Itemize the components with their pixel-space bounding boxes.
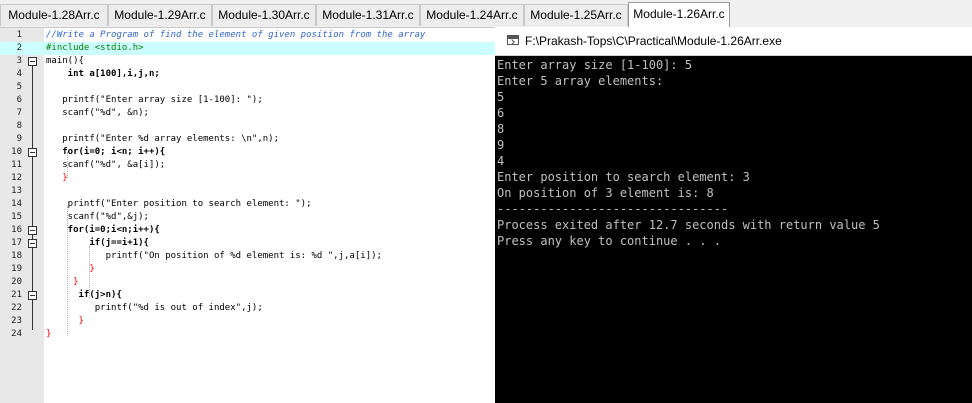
fold-toggle-icon[interactable] [28, 239, 37, 248]
line-number: 12 [11, 173, 22, 183]
code-line: 12 } [0, 172, 496, 185]
line-number: 6 [16, 95, 22, 105]
console-output-line: Enter array size [1-100]: 5 [497, 58, 693, 72]
code-line: 9 printf("Enter %d array elements: \n",n… [0, 133, 496, 146]
console-output-line: Enter position to search element: 3 [497, 170, 750, 184]
line-number: 18 [11, 251, 22, 261]
tab-module-1-29[interactable]: Module-1.29Arr.c [108, 4, 212, 26]
code-text: scanf("%d", &n); [46, 108, 149, 118]
code-text: #include <stdio.h> [46, 43, 144, 53]
tab-module-1-31[interactable]: Module-1.31Arr.c [316, 4, 420, 26]
fold-toggle-icon[interactable] [28, 57, 37, 66]
code-line: 14 printf("Enter position to search elem… [0, 198, 496, 211]
console-output-line: Enter 5 array elements: [497, 74, 664, 88]
code-line: 19 } [0, 263, 496, 276]
console-output-line: 6 [497, 106, 505, 120]
code-line: 22 printf("%d is out of index",j); [0, 302, 496, 315]
code-line: 16 for(i=0;i<n;i++){ [0, 224, 496, 237]
code-line: 18 printf("On position of %d element is:… [0, 250, 496, 263]
code-text: if(j==i+1){ [46, 238, 149, 248]
code-text: } [46, 264, 95, 274]
code-text: printf("On position of %d element is: %d… [46, 251, 382, 261]
code-line-highlighted: 2 #include <stdio.h> [0, 42, 496, 55]
line-number: 4 [16, 69, 22, 79]
tab-module-1-26-active[interactable]: Module-1.26Arr.c [628, 2, 730, 28]
console-title: F:\Prakash-Tops\C\Practical\Module-1.26A… [525, 34, 782, 48]
code-line: 15 scanf("%d",&j); [0, 211, 496, 224]
code-line: 5 [0, 81, 496, 94]
console-output-line: Press any key to continue . . . [497, 234, 721, 248]
line-number: 13 [11, 186, 22, 196]
code-text: } [46, 277, 79, 287]
code-text: //Write a Program of find the element of… [46, 30, 426, 40]
tab-module-1-24[interactable]: Module-1.24Arr.c [420, 4, 524, 26]
code-text: for(i=0; i<n; i++){ [46, 147, 166, 157]
tab-module-1-28[interactable]: Module-1.28Arr.c [0, 4, 108, 26]
code-line: 11 scanf("%d", &a[i]); [0, 159, 496, 172]
console-separator: -------------------------------- [497, 202, 729, 216]
code-line: 17 if(j==i+1){ [0, 237, 496, 250]
line-number: 24 [11, 329, 22, 339]
line-number: 14 [11, 199, 22, 209]
line-number: 10 [11, 147, 22, 157]
code-line: 7 scanf("%d", &n); [0, 107, 496, 120]
fold-toggle-icon[interactable] [28, 226, 37, 235]
tab-module-1-25[interactable]: Module-1.25Arr.c [524, 4, 628, 26]
line-number: 21 [11, 290, 22, 300]
code-text: int a[100],i,j,n; [46, 69, 160, 79]
code-line: 24 } [0, 328, 496, 341]
line-number: 17 [11, 238, 22, 248]
code-line: 23 } [0, 315, 496, 328]
code-line: 10 for(i=0; i<n; i++){ [0, 146, 496, 159]
line-number: 9 [16, 134, 22, 144]
line-number: 5 [16, 82, 22, 92]
code-text: } [46, 329, 52, 339]
console-output-line: 4 [497, 154, 505, 168]
tab-module-1-30[interactable]: Module-1.30Arr.c [212, 4, 316, 26]
code-text: printf("Enter position to search element… [46, 199, 312, 209]
console-output-line: Process exited after 12.7 seconds with r… [497, 218, 880, 232]
code-text: } [46, 173, 68, 183]
code-editor[interactable]: 1 //Write a Program of find the element … [0, 28, 496, 403]
line-number: 7 [16, 108, 22, 118]
line-number: 2 [16, 43, 22, 53]
code-line: 8 [0, 120, 496, 133]
line-number: 20 [11, 277, 22, 287]
line-number: 15 [11, 212, 22, 222]
code-text: scanf("%d",&j); [46, 212, 149, 222]
fold-toggle-icon[interactable] [28, 291, 37, 300]
code-line: 4 int a[100],i,j,n; [0, 68, 496, 81]
code-text: printf("Enter %d array elements: \n",n); [46, 134, 279, 144]
line-number: 19 [11, 264, 22, 274]
code-line: 3 main(){ [0, 55, 496, 68]
line-number: 3 [16, 56, 22, 66]
code-text: main(){ [46, 56, 84, 66]
console-app-icon [507, 35, 519, 45]
code-text: printf("%d is out of index",j); [46, 303, 263, 313]
editor-tab-bar: Module-1.28Arr.c Module-1.29Arr.c Module… [0, 0, 972, 28]
code-text: scanf("%d", &a[i]); [46, 160, 166, 170]
console-output-line: 8 [497, 122, 505, 136]
console-title-bar[interactable]: F:\Prakash-Tops\C\Practical\Module-1.26A… [495, 27, 972, 56]
code-text: if(j>n){ [46, 290, 122, 300]
console-output-line: On position of 3 element is: 8 [497, 186, 714, 200]
code-line: 21 if(j>n){ [0, 289, 496, 302]
line-number: 23 [11, 316, 22, 326]
code-line: 13 [0, 185, 496, 198]
fold-toggle-icon[interactable] [28, 148, 37, 157]
console-window[interactable]: F:\Prakash-Tops\C\Practical\Module-1.26A… [495, 27, 972, 403]
code-text: printf("Enter array size [1-100]: "); [46, 95, 263, 105]
line-number: 8 [16, 121, 22, 131]
line-number: 11 [11, 160, 22, 170]
code-line: 6 printf("Enter array size [1-100]: "); [0, 94, 496, 107]
code-text: } [46, 316, 84, 326]
line-number: 1 [16, 30, 22, 40]
line-number: 22 [11, 303, 22, 313]
code-text: for(i=0;i<n;i++){ [46, 225, 160, 235]
code-line: 20 } [0, 276, 496, 289]
code-line: 1 //Write a Program of find the element … [0, 29, 496, 42]
console-output-line: 5 [497, 90, 505, 104]
console-output-line: 9 [497, 138, 505, 152]
line-number: 16 [11, 225, 22, 235]
